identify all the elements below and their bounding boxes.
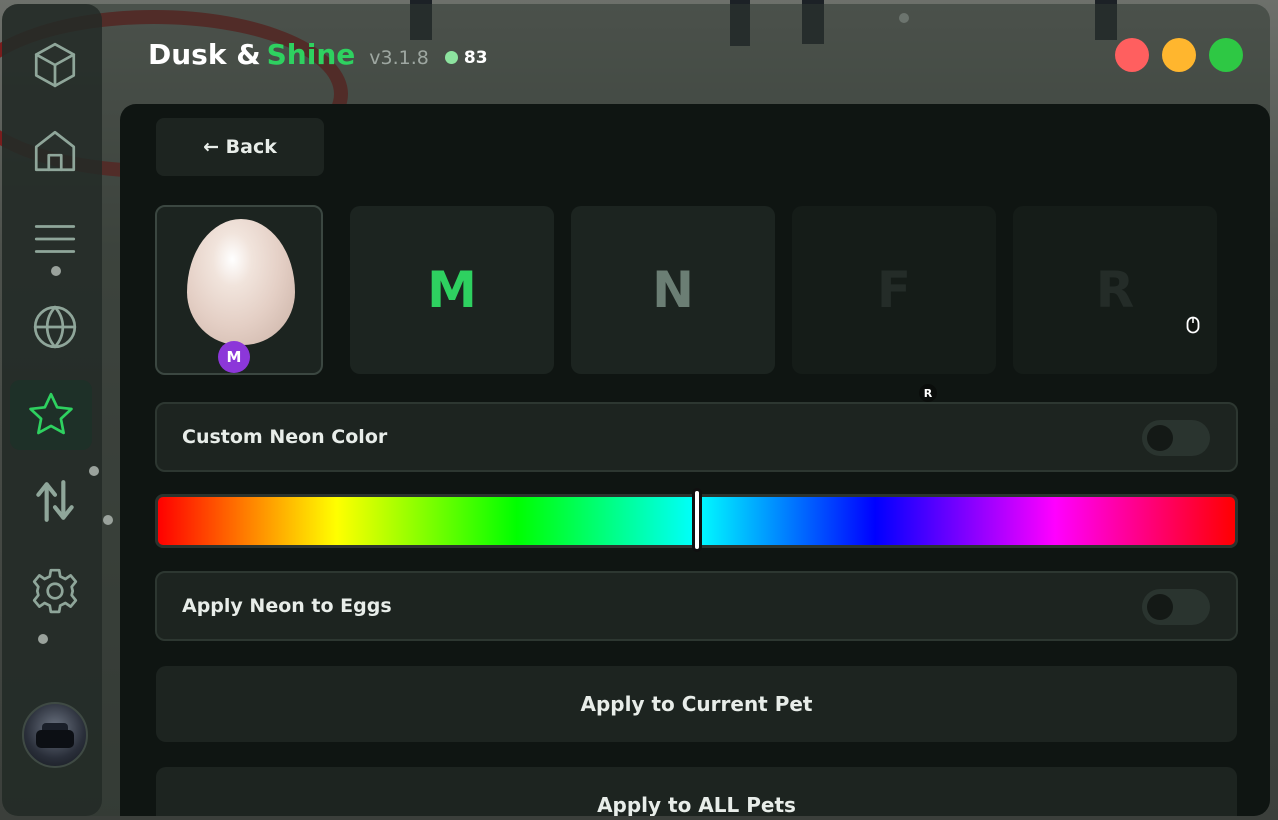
pet-card[interactable]: M xyxy=(155,205,323,375)
sidebar xyxy=(2,4,113,816)
ping-indicator: 83 xyxy=(444,47,488,68)
hue-slider[interactable] xyxy=(155,488,1238,552)
back-button[interactable]: ← Back xyxy=(156,118,324,176)
sidebar-item-cube[interactable] xyxy=(24,34,86,96)
star-icon xyxy=(29,392,73,435)
apply-all-pets-label: Apply to ALL Pets xyxy=(597,793,796,816)
sidebar-dot xyxy=(89,466,99,476)
sidebar-item-menu[interactable] xyxy=(24,208,86,270)
globe-icon xyxy=(33,305,77,349)
toggle-knob xyxy=(1147,425,1173,451)
sidebar-dot xyxy=(38,634,48,644)
custom-neon-color-label: Custom Neon Color xyxy=(182,426,388,448)
apply-neon-eggs-label: Apply Neon to Eggs xyxy=(182,595,392,617)
variant-label: R xyxy=(1095,261,1135,319)
version-label: v3.1.8 xyxy=(369,47,429,69)
hotkey-badge: R xyxy=(919,384,937,402)
cube-icon xyxy=(34,42,76,88)
sidebar-dot xyxy=(51,266,61,276)
variant-fly-button[interactable]: F xyxy=(792,206,996,374)
sidebar-item-trade[interactable] xyxy=(24,470,86,532)
status-dot-icon xyxy=(444,51,458,64)
variant-neon-button[interactable]: N xyxy=(571,206,775,374)
toggle-knob xyxy=(1147,594,1173,620)
close-button[interactable] xyxy=(1115,38,1149,72)
gear-icon xyxy=(32,568,78,614)
variant-ride-button[interactable]: R xyxy=(1013,206,1217,374)
apply-neon-eggs-row: Apply Neon to Eggs xyxy=(155,571,1238,641)
maximize-button[interactable] xyxy=(1209,38,1243,72)
rarity-badge: M xyxy=(218,341,250,373)
hue-slider-thumb[interactable] xyxy=(691,488,702,552)
neon-panel: ← Back M M N F R R Custom Neon Color App… xyxy=(120,104,1270,816)
ping-value: 83 xyxy=(463,47,488,68)
avatar-image xyxy=(36,730,74,748)
title-accent: Shine xyxy=(266,38,356,71)
swap-icon xyxy=(36,480,74,522)
apply-current-pet-button[interactable]: Apply to Current Pet xyxy=(156,666,1237,742)
variant-label: F xyxy=(876,261,912,319)
sidebar-item-neon[interactable] xyxy=(10,380,92,450)
custom-neon-color-row: Custom Neon Color xyxy=(155,402,1238,472)
custom-neon-color-toggle[interactable] xyxy=(1142,420,1210,456)
apply-all-pets-button[interactable]: Apply to ALL Pets xyxy=(156,767,1237,816)
avatar[interactable] xyxy=(22,702,88,768)
app-window: Dusk & Shine v3.1.8 83 ← Back M M N F R xyxy=(2,4,1270,816)
egg-image xyxy=(187,219,295,345)
app-title: Dusk & Shine v3.1.8 83 xyxy=(148,38,488,71)
variant-mega-button[interactable]: M xyxy=(350,206,554,374)
variant-label: N xyxy=(652,261,694,319)
home-icon xyxy=(34,130,76,172)
menu-icon xyxy=(34,225,76,253)
sidebar-item-settings[interactable] xyxy=(24,560,86,622)
minimize-button[interactable] xyxy=(1162,38,1196,72)
sidebar-item-globe[interactable] xyxy=(24,296,86,358)
variant-label: M xyxy=(427,261,477,319)
sidebar-dot xyxy=(103,515,113,525)
apply-current-pet-label: Apply to Current Pet xyxy=(580,692,813,716)
mouse-icon xyxy=(1186,316,1200,334)
apply-neon-eggs-toggle[interactable] xyxy=(1142,589,1210,625)
title-main: Dusk & xyxy=(148,38,261,71)
sidebar-item-home[interactable] xyxy=(24,120,86,182)
back-button-label: ← Back xyxy=(203,136,277,158)
